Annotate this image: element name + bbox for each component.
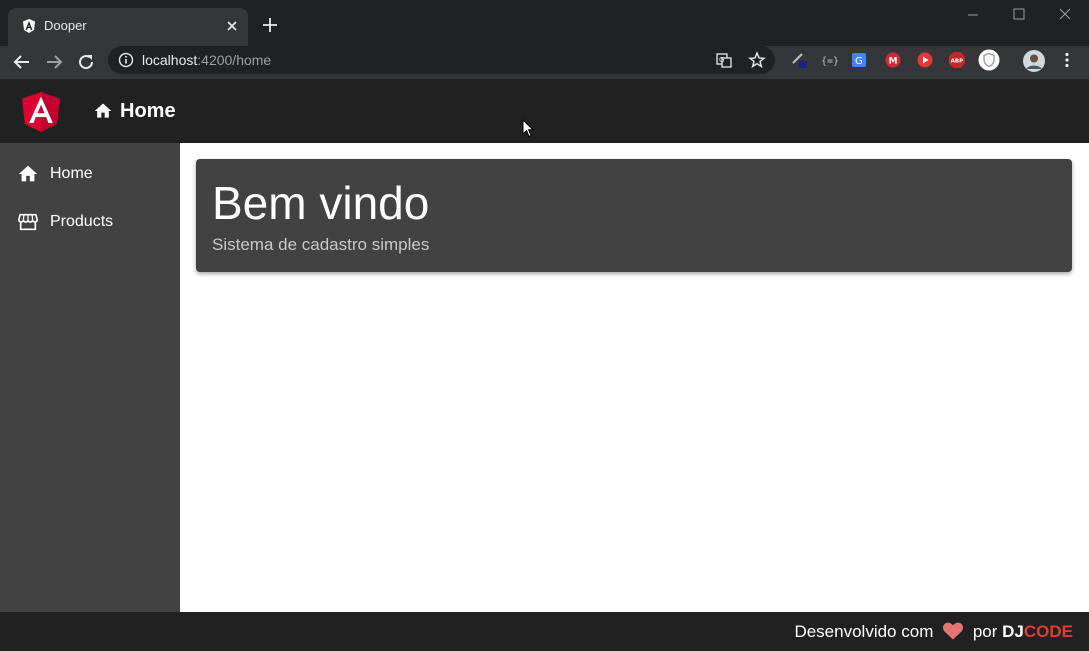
close-tab-icon[interactable] [223,17,241,35]
heart-icon [943,622,964,640]
brand-code: CODE [1023,622,1073,641]
home-icon [94,103,112,118]
nav-item-products[interactable]: Products [0,200,180,244]
site-info-icon[interactable] [118,52,134,68]
card-subtitle: Sistema de cadastro simples [212,235,430,254]
reload-icon[interactable] [74,50,98,74]
address-bar[interactable]: localhost:4200/home G [108,46,775,74]
main-content: Bem vindo Sistema de cadastro simples [180,143,1089,612]
window-close-icon[interactable] [1042,4,1088,26]
youtube-extension-icon[interactable] [916,51,934,69]
forward-arrow-icon[interactable] [42,50,66,74]
maximize-icon[interactable] [996,4,1042,26]
svg-text:M: M [889,57,898,67]
welcome-card: Bem vindo Sistema de cadastro simples [196,159,1072,272]
minimize-icon[interactable] [950,4,996,26]
browser-window: Dooper localhost:4200/home G {=} G M ABP… [0,0,1089,651]
nav-item-label: Home [50,165,93,182]
url-text[interactable]: localhost:4200/home [142,52,271,68]
browser-menu-icon[interactable] [1058,51,1076,69]
bookmark-star-icon[interactable] [748,51,766,69]
url-host: localhost [142,52,198,68]
header-title: Home [120,100,176,122]
brand-dj: DJ [1002,622,1024,641]
tab-title: Dooper [44,18,87,33]
home-icon [18,165,38,182]
footer-by: por [972,622,998,641]
storefront-icon [18,213,38,231]
dev-tool-extension-icon[interactable] [790,51,808,69]
tab-strip: Dooper [0,0,1089,46]
app-footer: Desenvolvido com por DJCODE [0,612,1089,651]
mouse-cursor-icon [522,119,534,138]
back-arrow-icon[interactable] [10,50,34,74]
angular-logo-icon[interactable] [22,92,60,132]
shield-extension-icon[interactable] [978,49,1000,71]
adblock-extension-icon[interactable]: ABP [948,51,966,69]
angular-favicon-icon [23,19,35,33]
profile-avatar-icon[interactable] [1022,49,1046,73]
svg-text:ABP: ABP [951,59,964,65]
sidenav: Home Products [0,143,180,612]
svg-text:G: G [719,56,724,64]
app-header: Home [0,79,1089,143]
json-extension-icon[interactable]: {=} [820,51,838,69]
footer-made-with: Desenvolvido com [794,622,934,641]
mega-extension-icon[interactable]: M [884,51,902,69]
url-path: :4200/home [197,52,272,68]
footer-text: Desenvolvido com por DJCODE [794,622,1073,642]
svg-text:G: G [855,56,863,67]
svg-text:{=}: {=} [821,56,838,67]
browser-toolbar: localhost:4200/home G {=} G M ABP [0,46,1089,79]
browser-tab[interactable]: Dooper [8,8,248,46]
translate-extension-icon[interactable]: G [851,51,869,69]
card-title: Bem vindo [212,177,430,229]
nav-item-home[interactable]: Home [0,152,180,196]
new-tab-icon[interactable] [260,15,280,35]
nav-item-label: Products [50,213,114,230]
translate-icon[interactable]: G [715,51,733,69]
